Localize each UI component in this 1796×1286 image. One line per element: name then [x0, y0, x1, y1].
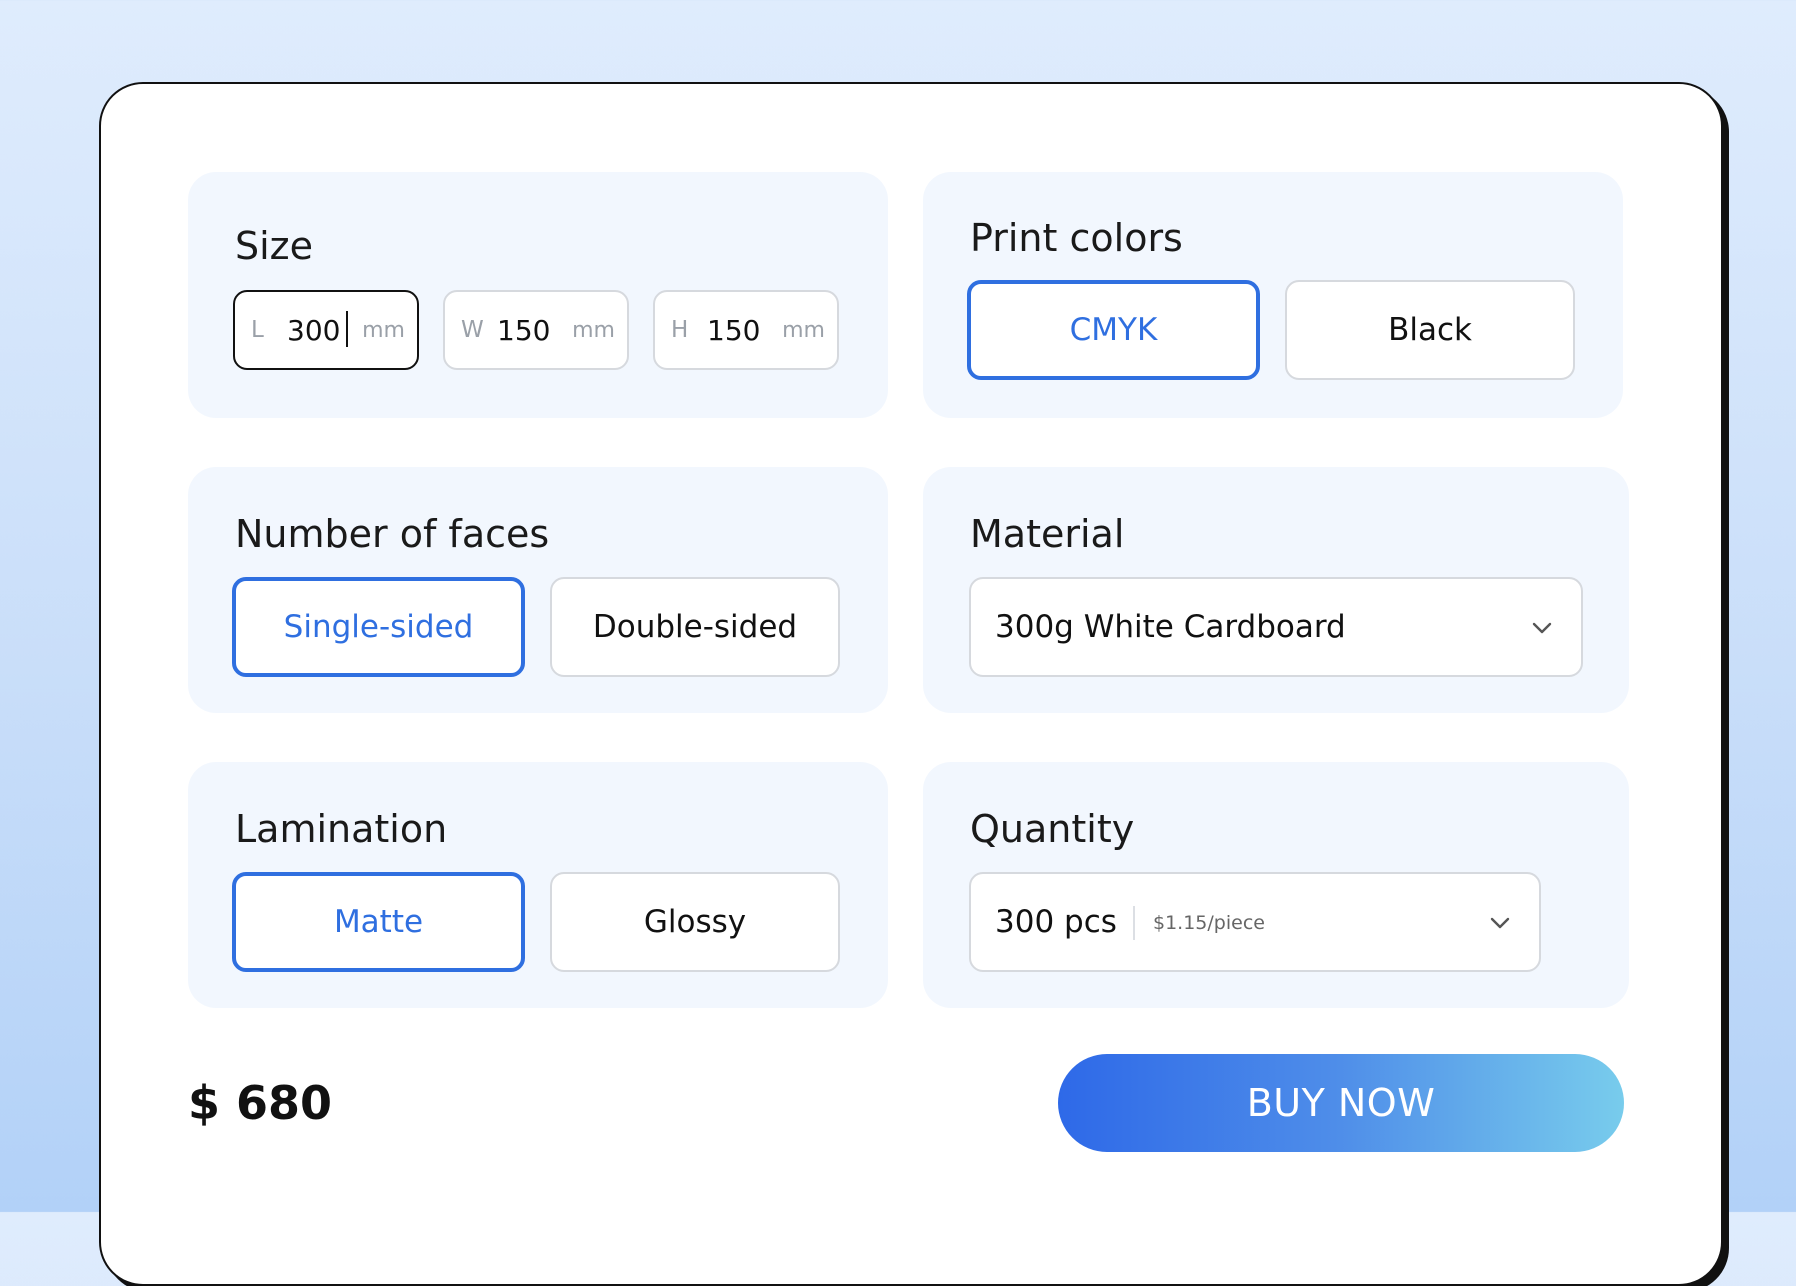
width-prefix: W — [461, 317, 484, 343]
chevron-down-icon — [1490, 917, 1510, 929]
width-input[interactable]: W 150 mm — [443, 290, 629, 370]
quantity-separator — [1133, 906, 1135, 940]
material-label: Material — [970, 512, 1125, 556]
height-unit: mm — [782, 318, 825, 343]
matte-option[interactable]: Matte — [232, 872, 525, 972]
width-value: 150 — [497, 314, 551, 347]
double-sided-option[interactable]: Double-sided — [550, 577, 840, 677]
lamination-label: Lamination — [235, 807, 448, 851]
quantity-value: 300 pcs — [995, 904, 1117, 940]
height-value: 150 — [707, 314, 761, 347]
faces-panel: Number of faces Single-sided Double-side… — [188, 467, 888, 713]
size-label: Size — [235, 224, 314, 268]
black-option[interactable]: Black — [1285, 280, 1575, 380]
height-prefix: H — [671, 317, 689, 343]
print-colors-panel: Print colors CMYK Black — [923, 172, 1623, 418]
length-input[interactable]: L 300 mm — [233, 290, 419, 370]
unit-price: $1.15/piece — [1153, 912, 1265, 934]
length-unit: mm — [362, 318, 405, 343]
text-caret — [346, 311, 348, 347]
single-sided-option[interactable]: Single-sided — [232, 577, 525, 677]
length-value: 300 — [287, 314, 341, 347]
size-panel: Size L 300 mm W 150 mm H 150 mm — [188, 172, 888, 418]
length-prefix: L — [251, 317, 264, 343]
print-colors-label: Print colors — [970, 216, 1183, 260]
height-input[interactable]: H 150 mm — [653, 290, 839, 370]
quantity-select[interactable]: 300 pcs $1.15/piece — [969, 872, 1541, 972]
lamination-panel: Lamination Matte Glossy — [188, 762, 888, 1008]
material-select[interactable]: 300g White Cardboard — [969, 577, 1583, 677]
material-panel: Material 300g White Cardboard — [923, 467, 1629, 713]
total-price: $ 680 — [188, 1076, 333, 1130]
quantity-panel: Quantity 300 pcs $1.15/piece — [923, 762, 1629, 1008]
material-value: 300g White Cardboard — [995, 609, 1346, 645]
product-config-card: Size L 300 mm W 150 mm H 150 mm Print co… — [99, 82, 1723, 1286]
width-unit: mm — [572, 318, 615, 343]
glossy-option[interactable]: Glossy — [550, 872, 840, 972]
faces-label: Number of faces — [235, 512, 550, 556]
quantity-label: Quantity — [970, 807, 1135, 851]
buy-now-button[interactable]: BUY NOW — [1058, 1054, 1624, 1152]
cmyk-option[interactable]: CMYK — [967, 280, 1260, 380]
chevron-down-icon — [1532, 622, 1552, 634]
